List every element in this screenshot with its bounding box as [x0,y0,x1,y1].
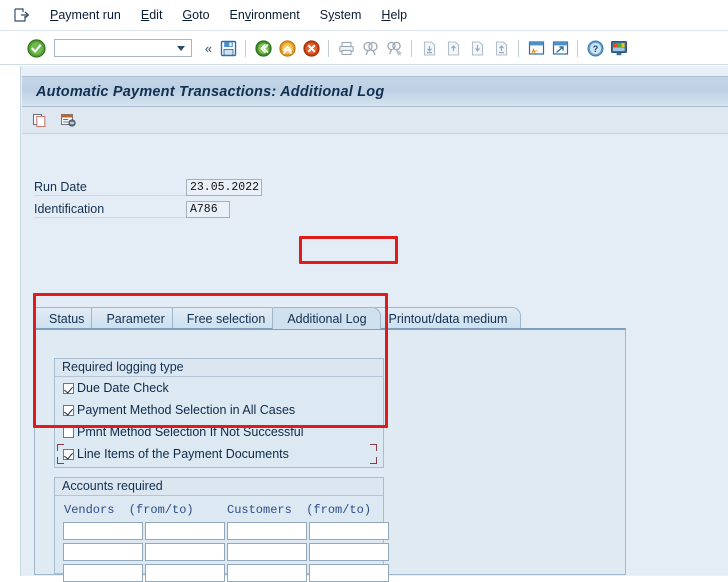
menu-bar: Payment run Edit Goto Environment System… [0,0,728,31]
find-next-icon [384,38,404,58]
tab-parameter[interactable]: Parameter [91,307,179,329]
customer-from-field-3[interactable] [227,564,307,582]
menu-item-edit[interactable]: Edit [132,6,174,24]
application-toolbar [22,107,728,134]
toolbar-separator [245,39,246,57]
back-green-icon[interactable] [253,38,273,58]
vendors-column-header: Vendors (from/to) [64,503,194,517]
create-shortcut-icon[interactable] [550,38,570,58]
page-title: Automatic Payment Transactions: Addition… [36,83,385,100]
main-toolbar: « ? [0,32,728,65]
customer-to-field-3[interactable] [309,564,389,582]
tab-additional-log[interactable]: Additional Log [272,307,381,329]
customer-to-field-2[interactable] [309,543,389,561]
accounts-required-title: Accounts required [55,478,383,496]
green-check-icon[interactable] [27,38,46,58]
identification-label: Identification [34,201,186,218]
customer-to-field-1[interactable] [309,522,389,540]
chevron-down-icon[interactable] [177,45,185,51]
previous-page-icon [443,38,463,58]
checkbox-line-items-of-payment-documents[interactable] [63,448,74,460]
customize-layout-icon[interactable] [609,38,629,58]
application-window: Automatic Payment Transactions: Addition… [20,66,728,582]
run-date-row: Run Date 23.05.2022 [34,179,262,196]
tab-status[interactable]: Status [34,307,99,329]
svg-text:?: ? [592,44,598,54]
form-area: Run Date 23.05.2022 Identification A786 … [22,134,728,582]
customer-from-field-1[interactable] [227,522,307,540]
checkbox-row-payment-method-selection-all-cases[interactable]: Payment Method Selection in All Cases [55,399,383,421]
vendor-to-field-3[interactable] [145,564,225,582]
command-field[interactable] [54,39,192,57]
vendor-to-field-2[interactable] [145,543,225,561]
last-page-icon [491,38,511,58]
copy-icon[interactable] [30,110,50,130]
checkbox-due-date-check[interactable] [63,382,74,394]
toolbar-separator [411,39,412,57]
exit-yellow-icon[interactable] [277,38,297,58]
menu-item-system[interactable]: System [311,6,373,24]
run-date-label: Run Date [34,179,186,196]
tab-panel-additional-log: Required logging type Due Date Check Pay… [34,328,626,582]
tab-strip: Status Parameter Free selection Addition… [34,306,626,329]
toolbar-separator [328,39,329,57]
save-icon[interactable] [218,38,238,58]
collapse-toolbar-icon[interactable]: « [200,41,216,56]
checkbox-label-pmnt-method-selection-if-not-successful: Pmnt Method Selection If Not Successful [77,425,304,439]
menu-item-payment-run[interactable]: Payment run [41,6,132,24]
customer-from-field-2[interactable] [227,543,307,561]
checkbox-row-pmnt-method-selection-if-not-successful[interactable]: Pmnt Method Selection If Not Successful [55,421,383,443]
window-title-bar: Automatic Payment Transactions: Addition… [22,76,728,107]
toolbar-separator [577,39,578,57]
next-page-icon [467,38,487,58]
tab-printout-data-medium[interactable]: Printout/data medium [373,307,522,329]
checkbox-pmnt-method-selection-if-not-successful[interactable] [63,426,74,438]
required-logging-type-title: Required logging type [55,359,383,377]
create-session-icon[interactable] [526,38,546,58]
vendor-from-field-2[interactable] [63,543,143,561]
checkbox-row-due-date-check[interactable]: Due Date Check [55,377,383,399]
identification-row: Identification A786 [34,201,230,218]
identification-field[interactable]: A786 [186,201,230,218]
checkbox-row-line-items-of-payment-documents[interactable]: Line Items of the Payment Documents [55,443,383,465]
required-logging-type-group: Required logging type Due Date Check Pay… [54,358,384,468]
customers-column-header: Customers (from/to) [227,503,372,517]
print-icon [336,38,356,58]
checkbox-payment-method-selection-all-cases[interactable] [63,404,74,416]
toolbar-separator [518,39,519,57]
tab-free-selection[interactable]: Free selection [171,307,280,329]
accounts-required-group: Accounts required Vendors (from/to) Cust… [54,477,389,582]
menu-item-environment[interactable]: Environment [221,6,311,24]
find-icon [360,38,380,58]
menu-item-help[interactable]: Help [372,6,418,24]
vendor-to-field-1[interactable] [145,522,225,540]
back-arrow-icon[interactable] [11,5,33,25]
checkbox-label-due-date-check: Due Date Check [77,381,169,395]
focus-indicator [57,444,377,464]
checkbox-label-payment-method-selection-all-cases: Payment Method Selection in All Cases [77,403,296,417]
run-date-field[interactable]: 23.05.2022 [186,179,262,196]
first-page-icon [419,38,439,58]
status-list-icon[interactable] [58,110,78,130]
vendor-from-field-1[interactable] [63,522,143,540]
help-icon[interactable]: ? [585,38,605,58]
menu-item-goto[interactable]: Goto [173,6,220,24]
cancel-red-icon[interactable] [301,38,321,58]
vendor-from-field-3[interactable] [63,564,143,582]
